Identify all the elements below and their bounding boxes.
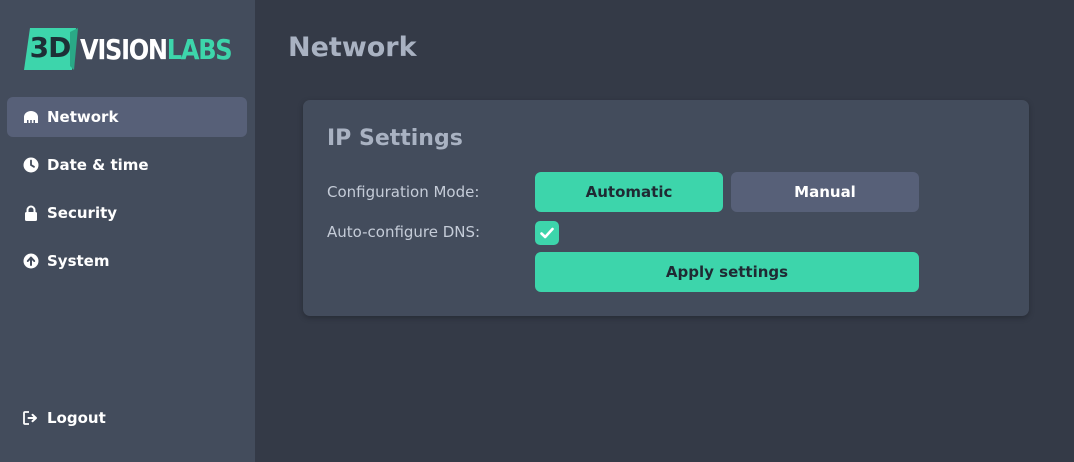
logout-button[interactable]: Logout <box>7 398 247 438</box>
network-icon <box>22 109 40 125</box>
sidebar-item-date-time[interactable]: Date & time <box>7 145 247 185</box>
sidebar-item-system[interactable]: System <box>7 241 247 281</box>
mode-automatic-button[interactable]: Automatic <box>535 172 723 212</box>
logo-word-labs: LABS <box>166 32 233 66</box>
sidebar-item-network[interactable]: Network <box>7 97 247 137</box>
checkmark-icon <box>540 227 554 239</box>
sidebar: 3D VISION LABS Network Date & time Secur… <box>0 0 255 462</box>
clock-icon <box>22 157 40 173</box>
lock-icon <box>22 205 40 221</box>
logo-wordmark: VISION LABS <box>80 32 233 66</box>
card-title: IP Settings <box>327 126 463 151</box>
ip-settings-card: IP Settings Configuration Mode: Automati… <box>303 100 1029 316</box>
logo-3d-text: 3D <box>29 31 72 64</box>
logo-word-vision: VISION <box>80 32 168 66</box>
sidebar-item-security[interactable]: Security <box>7 193 247 233</box>
auto-configure-dns-label: Auto-configure DNS: <box>327 223 481 241</box>
logo-badge: 3D <box>24 28 78 70</box>
logout-label: Logout <box>47 409 106 427</box>
page-title: Network <box>288 32 417 63</box>
apply-settings-button[interactable]: Apply settings <box>535 252 919 292</box>
sidebar-item-label: Date & time <box>47 156 149 174</box>
configuration-mode-label: Configuration Mode: <box>327 183 480 201</box>
upload-circle-icon <box>22 253 40 269</box>
sidebar-nav: Network Date & time Security System <box>7 97 247 289</box>
logout-section: Logout <box>7 398 247 446</box>
auto-configure-dns-checkbox[interactable] <box>535 221 559 245</box>
sidebar-item-label: Network <box>47 108 119 126</box>
sidebar-item-label: Security <box>47 204 118 222</box>
brand-logo[interactable]: 3D VISION LABS <box>24 28 256 70</box>
logout-icon <box>22 410 40 426</box>
mode-manual-button[interactable]: Manual <box>731 172 919 212</box>
sidebar-item-label: System <box>47 252 110 270</box>
